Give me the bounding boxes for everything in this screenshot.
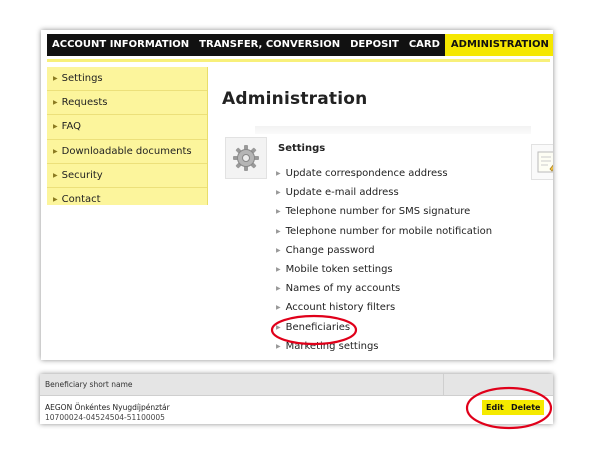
- sidebar-item-label: FAQ: [61, 121, 81, 133]
- sidebar-item-label: Contact: [61, 193, 101, 205]
- top-navigation: ACCOUNT INFORMATION TRANSFER, CONVERSION…: [47, 34, 553, 56]
- nav-transfer-conversion[interactable]: TRANSFER, CONVERSION: [194, 34, 345, 56]
- column-divider: [443, 374, 444, 395]
- link-label: Account history filters: [285, 302, 396, 314]
- link-label: Names of my accounts: [285, 283, 401, 295]
- triangle-right-icon: ▶: [53, 99, 58, 107]
- table-header: Beneficiary short name: [40, 374, 553, 396]
- document-pencil-icon: [537, 151, 553, 173]
- link-label: Telephone number for mobile notification: [285, 225, 493, 237]
- sidebar-item-label: Settings: [61, 73, 103, 84]
- triangle-right-icon: ▶: [53, 75, 58, 82]
- link-label: Update correspondence address: [285, 168, 448, 179]
- link-label: Mobile token settings: [285, 263, 393, 275]
- link-beneficiaries[interactable]: ▶ Beneficiaries: [276, 318, 516, 337]
- sidebar-item-downloadable-documents[interactable]: ▶ Downloadable documents: [47, 140, 207, 164]
- triangle-right-icon: ▶: [276, 170, 281, 177]
- triangle-right-icon: ▶: [276, 227, 281, 235]
- link-label: Update e-mail address: [285, 187, 399, 199]
- link-label: Beneficiaries: [285, 321, 351, 333]
- settings-icon-box: [225, 137, 267, 179]
- beneficiary-name: AEGON Önkéntes Nyugdíjpénztár: [45, 403, 170, 412]
- nav-underline-strip: [47, 59, 550, 62]
- triangle-right-icon: ▶: [276, 189, 281, 197]
- page-title: Administration: [222, 89, 368, 109]
- settings-section-title: Settings: [278, 143, 326, 154]
- triangle-right-icon: ▶: [276, 208, 281, 216]
- settings-link-list: ▶ Update correspondence address ▶ Update e…: [276, 164, 516, 356]
- link-account-history-filters[interactable]: ▶ Account history filters: [276, 298, 516, 317]
- sidebar-item-settings[interactable]: ▶ Settings: [47, 67, 207, 92]
- triangle-right-icon: ▶: [53, 195, 58, 203]
- triangle-right-icon: ▶: [276, 246, 281, 254]
- link-label: Telephone number for SMS signature: [285, 206, 471, 218]
- triangle-right-icon: ▶: [276, 285, 281, 293]
- link-telephone-mobile-notification[interactable]: ▶ Telephone number for mobile notificatio…: [276, 222, 516, 241]
- delete-button[interactable]: Delete: [507, 400, 545, 415]
- link-marketing-settings[interactable]: ▶ Marketing settings: [276, 337, 516, 356]
- gear-icon: [233, 145, 259, 171]
- link-telephone-sms-signature[interactable]: ▶ Telephone number for SMS signature: [276, 202, 516, 221]
- sidebar-item-requests[interactable]: ▶ Requests: [47, 91, 207, 116]
- triangle-right-icon: ▶: [53, 147, 58, 155]
- link-update-email-address[interactable]: ▶ Update e-mail address: [276, 183, 516, 202]
- sidebar-item-label: Security: [61, 169, 103, 181]
- triangle-right-icon: ▶: [53, 123, 58, 131]
- link-mobile-token-settings[interactable]: ▶ Mobile token settings: [276, 260, 516, 279]
- link-update-correspondence-address[interactable]: ▶ Update correspondence address: [276, 164, 516, 183]
- nav-deposit[interactable]: DEPOSIT: [345, 34, 404, 56]
- sidebar-item-security[interactable]: ▶ Security: [47, 164, 207, 188]
- nav-account-information[interactable]: ACCOUNT INFORMATION: [47, 34, 194, 56]
- nav-administration[interactable]: ADMINISTRATION: [444, 34, 553, 56]
- triangle-right-icon: ▶: [276, 265, 281, 273]
- next-section-icon-box: [531, 144, 553, 180]
- sidebar: ▶ Settings ▶ Requests ▶ FAQ ▶ Downloadable d…: [47, 67, 208, 205]
- beneficiaries-table: Beneficiary short name AEGON Önkéntes Ny…: [40, 374, 553, 424]
- sidebar-item-label: Downloadable documents: [61, 145, 192, 157]
- column-header-beneficiary-short-name: Beneficiary short name: [45, 380, 133, 389]
- sidebar-item-label: Requests: [61, 97, 108, 109]
- link-change-password[interactable]: ▶ Change password: [276, 241, 516, 260]
- link-label: Marketing settings: [285, 340, 379, 352]
- triangle-right-icon: ▶: [276, 342, 281, 350]
- card-header-shade: [255, 126, 531, 134]
- beneficiary-account-number: 10700024-04524504-51100005: [45, 413, 165, 422]
- triangle-right-icon: ▶: [276, 323, 281, 331]
- triangle-right-icon: ▶: [276, 304, 281, 312]
- link-label: Change password: [285, 244, 375, 256]
- link-names-of-my-accounts[interactable]: ▶ Names of my accounts: [276, 279, 516, 298]
- admin-panel: ACCOUNT INFORMATION TRANSFER, CONVERSION…: [41, 30, 553, 360]
- nav-card[interactable]: CARD: [404, 34, 445, 56]
- edit-button[interactable]: Edit: [482, 400, 508, 415]
- sidebar-item-faq[interactable]: ▶ FAQ: [47, 115, 207, 140]
- sidebar-item-contact[interactable]: ▶ Contact: [47, 188, 207, 211]
- triangle-right-icon: ▶: [53, 171, 58, 179]
